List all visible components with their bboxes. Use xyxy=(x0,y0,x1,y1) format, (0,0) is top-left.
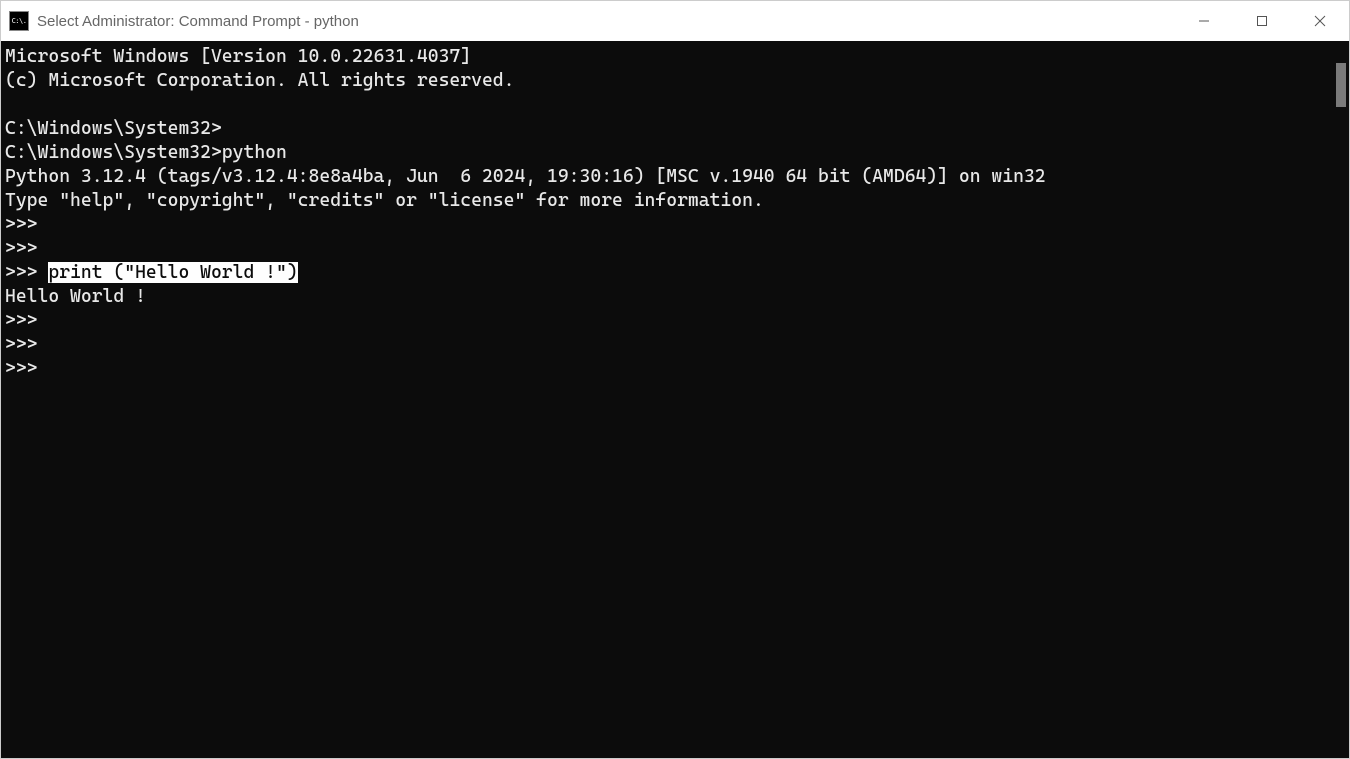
terminal-line: >>> print ("Hello World !") xyxy=(5,261,1329,285)
window-controls xyxy=(1175,1,1349,41)
terminal-container: Microsoft Windows [Version 10.0.22631.40… xyxy=(1,41,1349,758)
maximize-button[interactable] xyxy=(1233,1,1291,41)
terminal-line: Microsoft Windows [Version 10.0.22631.40… xyxy=(5,45,1329,69)
terminal-line: >>> xyxy=(5,237,1329,261)
minimize-icon xyxy=(1198,15,1210,27)
cmd-icon: C:\. xyxy=(9,11,29,31)
close-icon xyxy=(1314,15,1326,27)
command-prompt-window: C:\. Select Administrator: Command Promp… xyxy=(0,0,1350,759)
terminal-line: (c) Microsoft Corporation. All rights re… xyxy=(5,69,1329,93)
titlebar[interactable]: C:\. Select Administrator: Command Promp… xyxy=(1,1,1349,41)
terminal-line: Type "help", "copyright", "credits" or "… xyxy=(5,189,1329,213)
terminal-line: >>> xyxy=(5,357,1329,381)
close-button[interactable] xyxy=(1291,1,1349,41)
terminal-output[interactable]: Microsoft Windows [Version 10.0.22631.40… xyxy=(1,41,1329,758)
window-title: Select Administrator: Command Prompt - p… xyxy=(37,13,1175,30)
scroll-thumb[interactable] xyxy=(1336,63,1346,107)
terminal-line: >>> xyxy=(5,309,1329,333)
terminal-line xyxy=(5,93,1329,117)
terminal-line: Python 3.12.4 (tags/v3.12.4:8e8a4ba, Jun… xyxy=(5,165,1329,189)
minimize-button[interactable] xyxy=(1175,1,1233,41)
selected-text: print ("Hello World !") xyxy=(48,262,297,283)
scrollbar[interactable] xyxy=(1329,41,1349,758)
terminal-line: >>> xyxy=(5,213,1329,237)
maximize-icon xyxy=(1256,15,1268,27)
terminal-line: C:\Windows\System32> xyxy=(5,117,1329,141)
terminal-line: Hello World ! xyxy=(5,285,1329,309)
terminal-line: >>> xyxy=(5,333,1329,357)
terminal-line: C:\Windows\System32>python xyxy=(5,141,1329,165)
